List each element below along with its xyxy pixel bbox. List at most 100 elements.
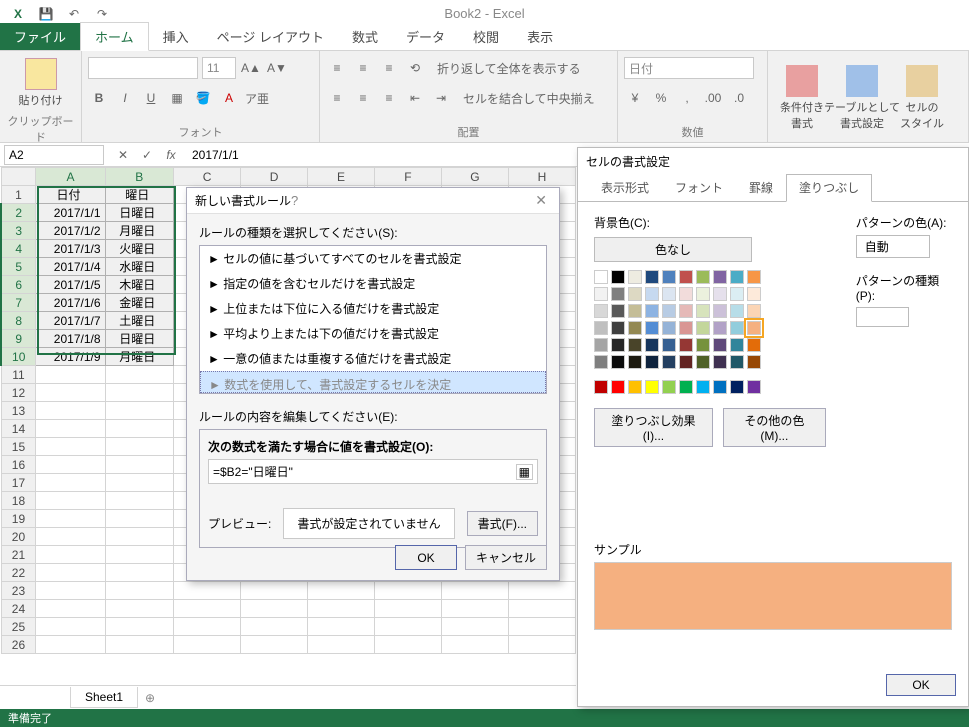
no-color-button[interactable]: 色なし [594,237,752,262]
color-swatch[interactable] [747,304,761,318]
color-swatch[interactable] [611,304,625,318]
cell[interactable] [36,474,105,492]
color-swatch[interactable] [628,338,642,352]
cell[interactable] [36,582,105,600]
color-swatch[interactable] [679,321,693,335]
cell[interactable] [105,564,174,582]
cell[interactable] [441,600,508,618]
col-header[interactable]: D [241,168,308,186]
cell[interactable] [105,510,174,528]
cell[interactable] [508,600,575,618]
col-header[interactable]: H [508,168,575,186]
name-box[interactable] [4,145,104,165]
row-header[interactable]: 11 [1,366,36,384]
align-left-button[interactable]: ≡ [326,87,348,109]
color-swatch[interactable] [730,380,744,394]
col-header[interactable]: F [374,168,441,186]
row-header[interactable]: 1 [1,186,36,204]
cell[interactable] [241,600,308,618]
cell[interactable]: 2017/1/6 [36,294,105,312]
col-header[interactable]: A [36,168,105,186]
merge-center-button[interactable]: セルを結合して中央揃え [456,87,602,109]
cell[interactable] [36,492,105,510]
color-swatch[interactable] [747,355,761,369]
cell[interactable] [105,600,174,618]
cell[interactable] [105,420,174,438]
row-header[interactable]: 18 [1,492,36,510]
cell[interactable] [241,636,308,654]
cell[interactable]: 2017/1/4 [36,258,105,276]
cell[interactable]: 2017/1/9 [36,348,105,366]
row-header[interactable]: 22 [1,564,36,582]
tab-data[interactable]: データ [392,23,459,50]
color-swatch[interactable] [713,270,727,284]
align-middle-button[interactable]: ≡ [352,57,374,79]
conditional-format-button[interactable]: 条件付き 書式 [774,63,830,133]
color-swatch[interactable] [611,321,625,335]
new-sheet-button[interactable]: ⊕ [138,691,162,705]
cell[interactable] [36,510,105,528]
color-swatch[interactable] [662,287,676,301]
pattern-type-combo[interactable] [856,307,909,327]
color-swatch[interactable] [594,304,608,318]
cell[interactable]: 金曜日 [105,294,174,312]
color-swatch[interactable] [645,355,659,369]
indent-dec-button[interactable]: ⇤ [404,87,426,109]
tab-formulas[interactable]: 数式 [338,23,392,50]
other-colors-button[interactable]: その他の色(M)... [723,408,826,447]
cell[interactable] [105,492,174,510]
rule-type-item[interactable]: ► セルの値に基づいてすべてのセルを書式設定 [200,246,546,271]
color-swatch[interactable] [628,287,642,301]
align-bottom-button[interactable]: ≡ [378,57,400,79]
tab-file[interactable]: ファイル [0,23,80,50]
cell[interactable]: 2017/1/1 [36,204,105,222]
cell[interactable] [105,528,174,546]
color-swatch[interactable] [645,304,659,318]
save-button[interactable]: 💾 [34,3,58,25]
phonetic-button[interactable]: ア亜 [244,87,270,109]
row-header[interactable]: 24 [1,600,36,618]
range-picker-icon[interactable]: ▦ [516,464,533,480]
cell[interactable] [308,618,375,636]
row-header[interactable]: 9 [1,330,36,348]
paste-button[interactable]: 貼り付け [19,53,63,113]
color-swatch[interactable] [679,287,693,301]
font-size-combo[interactable] [202,57,236,79]
row-header[interactable]: 7 [1,294,36,312]
color-swatch[interactable] [730,304,744,318]
sheet-tab[interactable]: Sheet1 [70,687,138,708]
cell[interactable] [105,456,174,474]
row-header[interactable]: 15 [1,438,36,456]
cell[interactable] [308,582,375,600]
color-swatch[interactable] [645,270,659,284]
cell[interactable] [36,564,105,582]
color-swatch[interactable] [713,355,727,369]
row-header[interactable]: 19 [1,510,36,528]
color-swatch[interactable] [611,270,625,284]
align-center-button[interactable]: ≡ [352,87,374,109]
cell[interactable] [374,600,441,618]
tab-view[interactable]: 表示 [513,23,567,50]
cell[interactable] [374,636,441,654]
tab-review[interactable]: 校閲 [459,23,513,50]
color-swatch[interactable] [696,321,710,335]
cell[interactable] [241,618,308,636]
cell[interactable] [36,456,105,474]
row-header[interactable]: 25 [1,618,36,636]
color-swatch[interactable] [713,287,727,301]
color-swatch[interactable] [662,270,676,284]
cell[interactable]: 月曜日 [105,222,174,240]
row-header[interactable]: 10 [1,348,36,366]
color-swatch[interactable] [713,338,727,352]
col-header[interactable]: B [105,168,174,186]
format-ok-button[interactable]: OK [886,674,956,696]
cell[interactable] [36,636,105,654]
tab-fill-format[interactable]: 塗りつぶし [786,174,872,202]
rule-type-item[interactable]: ► 指定の値を含むセルだけを書式設定 [200,271,546,296]
align-right-button[interactable]: ≡ [378,87,400,109]
row-header[interactable]: 21 [1,546,36,564]
col-header[interactable]: C [174,168,241,186]
cell[interactable]: 月曜日 [105,348,174,366]
color-swatch[interactable] [628,304,642,318]
tab-number-format[interactable]: 表示形式 [588,174,662,201]
